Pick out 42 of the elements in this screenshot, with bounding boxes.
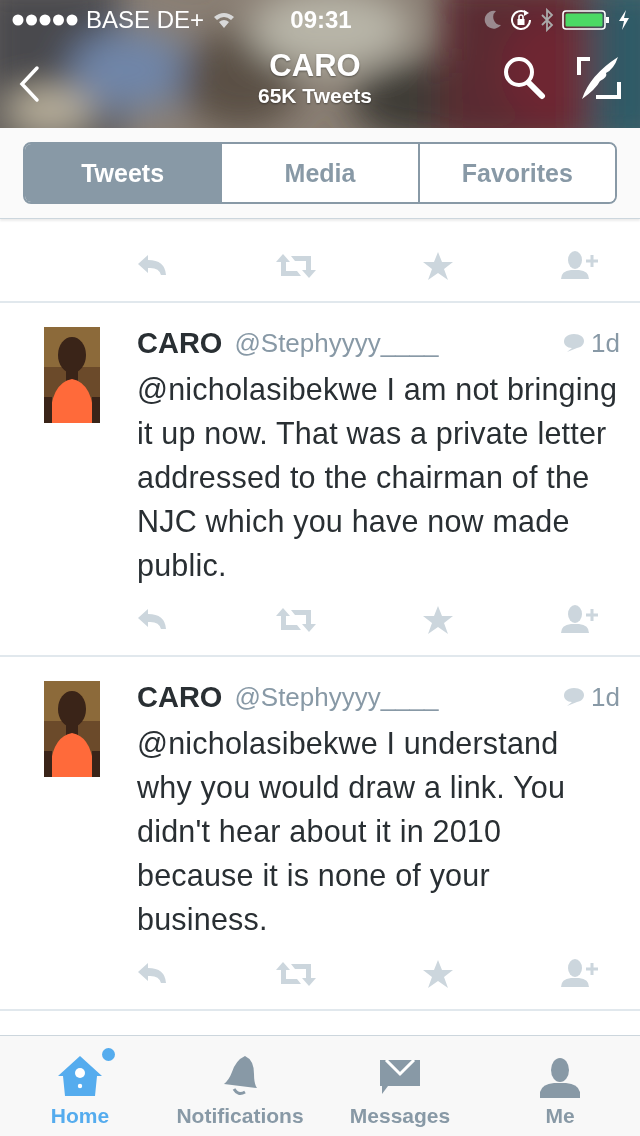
tweet-text: @nicholasibekwe I am not bringing it up now. That was a private letter addressed to the chairman of the NJC which you have now made public. <box>137 371 619 585</box>
wifi-icon <box>212 11 237 29</box>
bluetooth-icon <box>540 8 554 32</box>
tab-bar-item[interactable]: Home <box>0 1036 160 1136</box>
tab-bar-item[interactable]: Messages <box>320 1036 480 1136</box>
rotation-lock-icon <box>510 9 532 31</box>
follow-icon[interactable] <box>560 605 600 635</box>
tab-bar-item[interactable]: Notifications <box>160 1036 320 1136</box>
follow-icon[interactable] <box>560 251 600 281</box>
search-icon[interactable] <box>502 55 546 101</box>
user-handle: @Stephyyyy____ <box>234 327 440 359</box>
clock-time: 09:31 <box>290 6 352 34</box>
user-handle: @Stephyyyy____ <box>234 681 440 713</box>
tweet-time: 1d <box>591 327 620 359</box>
person-icon <box>540 1058 580 1098</box>
user-name: CARO <box>137 326 223 360</box>
segment-tab[interactable]: Media <box>220 144 418 202</box>
speech-bubble-icon <box>563 333 586 353</box>
charging-icon <box>618 10 630 30</box>
retweet-icon[interactable] <box>276 252 316 280</box>
battery-icon <box>562 10 610 30</box>
user-name: CARO <box>137 680 223 714</box>
signal-icon <box>12 13 78 27</box>
tweet-text: @nicholasibekwe I understand why you would draw a link. You didn't hear about it in 2010 because it is none of your business. <box>137 725 567 938</box>
speech-bubble-icon <box>563 687 586 707</box>
birdhouse-icon <box>57 1054 103 1098</box>
retweet-icon[interactable] <box>276 960 316 988</box>
star-icon[interactable] <box>423 606 453 634</box>
star-icon[interactable] <box>423 252 453 280</box>
tab-bar-item[interactable]: Me <box>480 1036 640 1136</box>
compose-icon[interactable] <box>576 55 622 101</box>
tweet-count: 65K Tweets <box>258 84 372 108</box>
follow-icon[interactable] <box>560 959 600 989</box>
retweet-icon[interactable] <box>276 606 316 634</box>
back-icon[interactable] <box>18 65 40 103</box>
profile-name: CARO <box>269 48 361 84</box>
tweet-time: 1d <box>591 681 620 713</box>
segment-tab[interactable]: Tweets <box>25 144 221 202</box>
moon-icon <box>484 10 502 30</box>
segment-tab[interactable]: Favorites <box>417 144 615 202</box>
carrier-name: BASE DE+ <box>86 6 205 34</box>
star-icon[interactable] <box>423 960 453 988</box>
